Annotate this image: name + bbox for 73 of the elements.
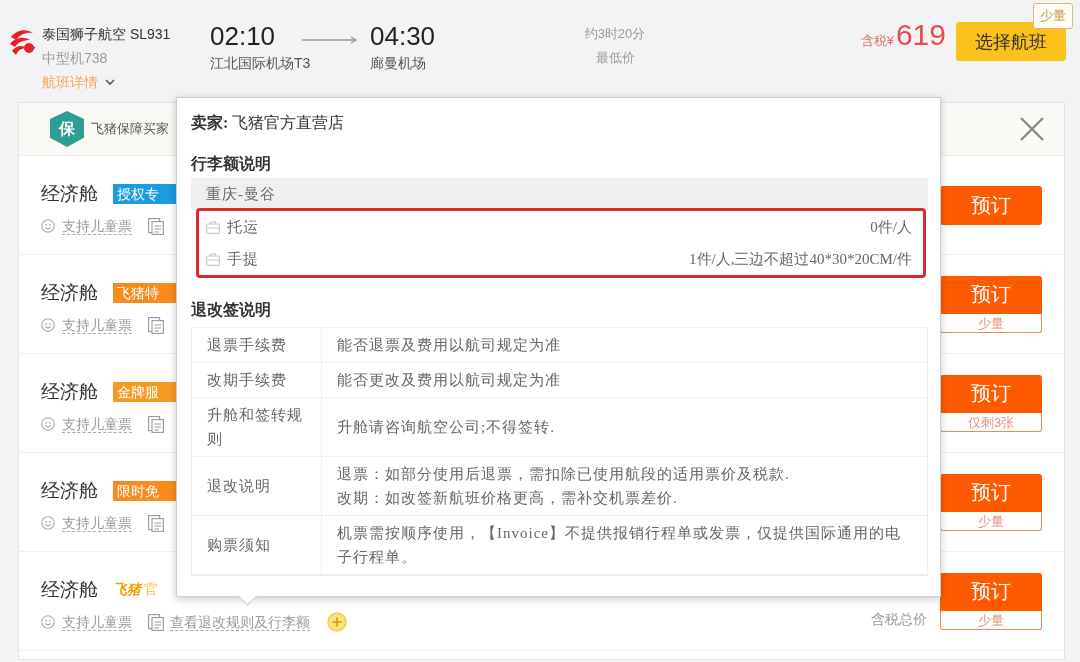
rule-text: 退票：如部分使用后退票，需扣除已使用航段的适用票价及税款. (337, 465, 791, 484)
rules-link[interactable]: 查看退改规则及行李额 (170, 613, 310, 631)
smiley-icon (41, 219, 55, 233)
book-button[interactable]: 预订 (940, 473, 1042, 512)
arrival-airport: 廊曼机场 (370, 54, 427, 73)
book-button[interactable]: 预订 (940, 275, 1042, 314)
cabin-class: 经济舱 (41, 382, 98, 402)
baggage-allowance: 0件/人 (870, 217, 912, 237)
baggage-type: 托运 (227, 217, 259, 237)
departure-time: 02:10 (210, 21, 277, 51)
rule-label: 购票须知 (192, 516, 322, 575)
child-ticket-link[interactable]: 支持儿童票 (62, 217, 132, 235)
close-icon[interactable] (1019, 116, 1045, 142)
rule-text: 能否更改及费用以航司规定为准 (337, 371, 562, 390)
section-title: 行李额说明 (191, 154, 272, 174)
guarantee-text: 飞猪保障买家 (91, 120, 169, 138)
flight-details-link[interactable]: 航班详情 (42, 70, 115, 94)
smiley-icon (41, 417, 55, 431)
rule-text: 机票需按顺序使用，【Invoice】不提供报销行程单或发票，仅提供国际通用的电子行程单。 (337, 524, 902, 567)
rule-label: 退票手续费 (192, 328, 322, 363)
document-icon (148, 415, 164, 433)
cabin-class: 经济舱 (41, 481, 98, 501)
price-note: 含税总价 (871, 609, 927, 629)
rule-label: 升舱和签转规则 (192, 398, 322, 457)
smiley-icon (41, 318, 55, 332)
brand-tag-text: 官 (144, 581, 158, 599)
document-icon (148, 316, 164, 334)
smiley-icon (41, 516, 55, 530)
promo-tag: 授权专 (113, 184, 176, 204)
shield-badge: 保 (50, 111, 84, 147)
select-flight-button[interactable]: 选择航班 (956, 22, 1066, 61)
seller-title: 卖家: 飞猪官方直营店 (191, 113, 346, 133)
smiley-icon (41, 615, 55, 629)
caret-icon (105, 79, 115, 85)
child-ticket-link[interactable]: 支持儿童票 (62, 613, 132, 631)
briefcase-icon (206, 252, 220, 266)
aircraft-type: 中型机738 (42, 49, 109, 68)
cabin-class: 经济舱 (41, 283, 98, 303)
route-header: 重庆-曼谷 (191, 178, 928, 210)
document-icon (148, 217, 164, 235)
airline-name: 泰国狮子航空 SL931 (42, 25, 172, 44)
stock-badge: 少量 (1033, 3, 1073, 29)
child-ticket-link[interactable]: 支持儿童票 (62, 316, 132, 334)
child-ticket-link[interactable]: 支持儿童票 (62, 514, 132, 532)
briefcase-icon (206, 220, 220, 234)
document-icon (148, 613, 164, 631)
cabin-class: 经济舱 (41, 580, 98, 600)
rule-label: 退改说明 (192, 457, 322, 516)
promo-tag: 金牌服 (113, 382, 176, 402)
promo-tag: 飞猪特 (113, 283, 176, 303)
price-value: 619 (895, 17, 946, 53)
book-button[interactable]: 预订 (940, 374, 1042, 413)
document-icon (148, 514, 164, 532)
section-title: 退改签说明 (191, 300, 272, 320)
child-ticket-link[interactable]: 支持儿童票 (62, 415, 132, 433)
baggage-type: 手提 (227, 249, 259, 269)
book-button[interactable]: 预订 (940, 572, 1042, 611)
departure-airport: 江北国际机场T3 (210, 54, 312, 73)
book-button[interactable]: 预订 (940, 185, 1042, 225)
tax-label: 含税¥ (860, 32, 894, 50)
flight-duration: 约3时20分 (584, 25, 646, 43)
rule-text: 能否退票及费用以航司规定为准 (337, 336, 562, 355)
brand-logo: 飞猪 (113, 581, 141, 599)
arrival-time: 04:30 (370, 21, 437, 51)
plus-circle-icon[interactable] (327, 612, 347, 632)
cabin-class: 经济舱 (41, 184, 98, 204)
baggage-allowance: 1件/人,三边不超过40*30*20CM/件 (689, 249, 912, 269)
promo-tag: 限时免 (113, 481, 176, 501)
arrow-icon (302, 36, 358, 44)
rule-text: 升舱请咨询航空公司;不得签转. (337, 418, 556, 437)
rule-label: 改期手续费 (192, 363, 322, 398)
rule-text: 改期：如改签新航班价格更高，需补交机票差价. (337, 489, 679, 508)
price-label: 最低价 (595, 49, 635, 67)
